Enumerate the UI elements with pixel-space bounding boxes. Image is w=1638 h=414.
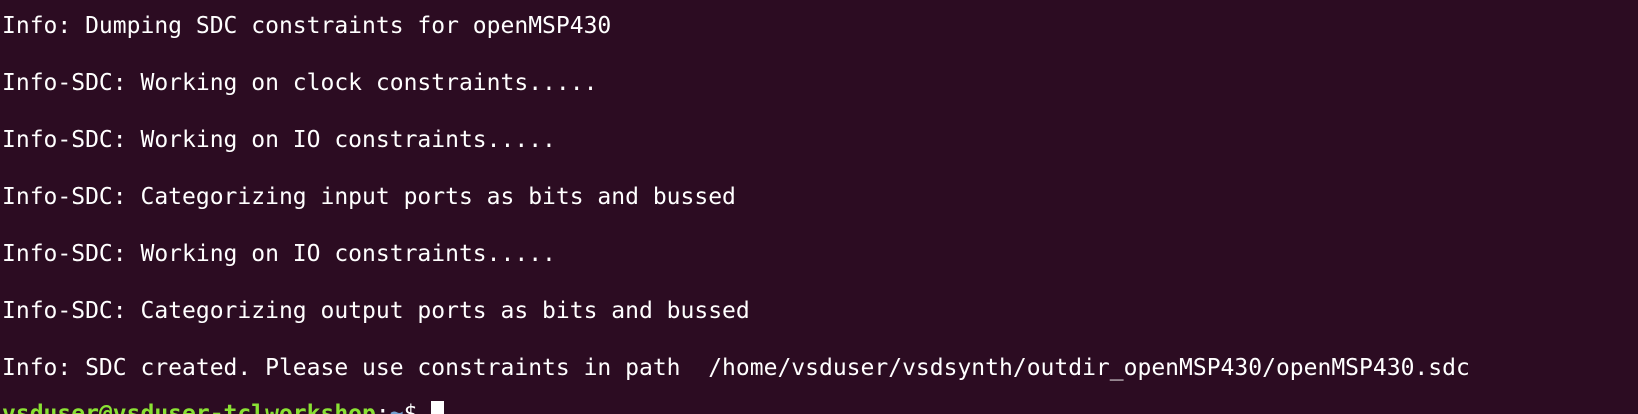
terminal-window[interactable]: Info: Dumping SDC constraints for openMS…	[0, 0, 1638, 414]
output-line: Info-SDC: Working on IO constraints.....	[2, 127, 556, 153]
prompt-path: ~	[389, 401, 404, 414]
output-line: Info: SDC created. Please use constraint…	[2, 355, 1470, 381]
prompt-symbol: $	[403, 401, 432, 414]
output-line: Info-SDC: Working on clock constraints..…	[2, 70, 598, 96]
prompt-user-host: vsduser@vsduser-tclworkshop	[2, 401, 376, 414]
output-line: Info-SDC: Categorizing input ports as bi…	[2, 184, 736, 210]
text-cursor	[431, 401, 445, 414]
output-line: Info-SDC: Working on IO constraints.....	[2, 241, 556, 267]
shell-prompt[interactable]: vsduser@vsduser-tclworkshop:~$	[2, 400, 445, 414]
prompt-separator: :	[375, 401, 390, 414]
output-line: Info-SDC: Categorizing output ports as b…	[2, 298, 750, 324]
output-line: Info: Dumping SDC constraints for openMS…	[2, 13, 612, 39]
